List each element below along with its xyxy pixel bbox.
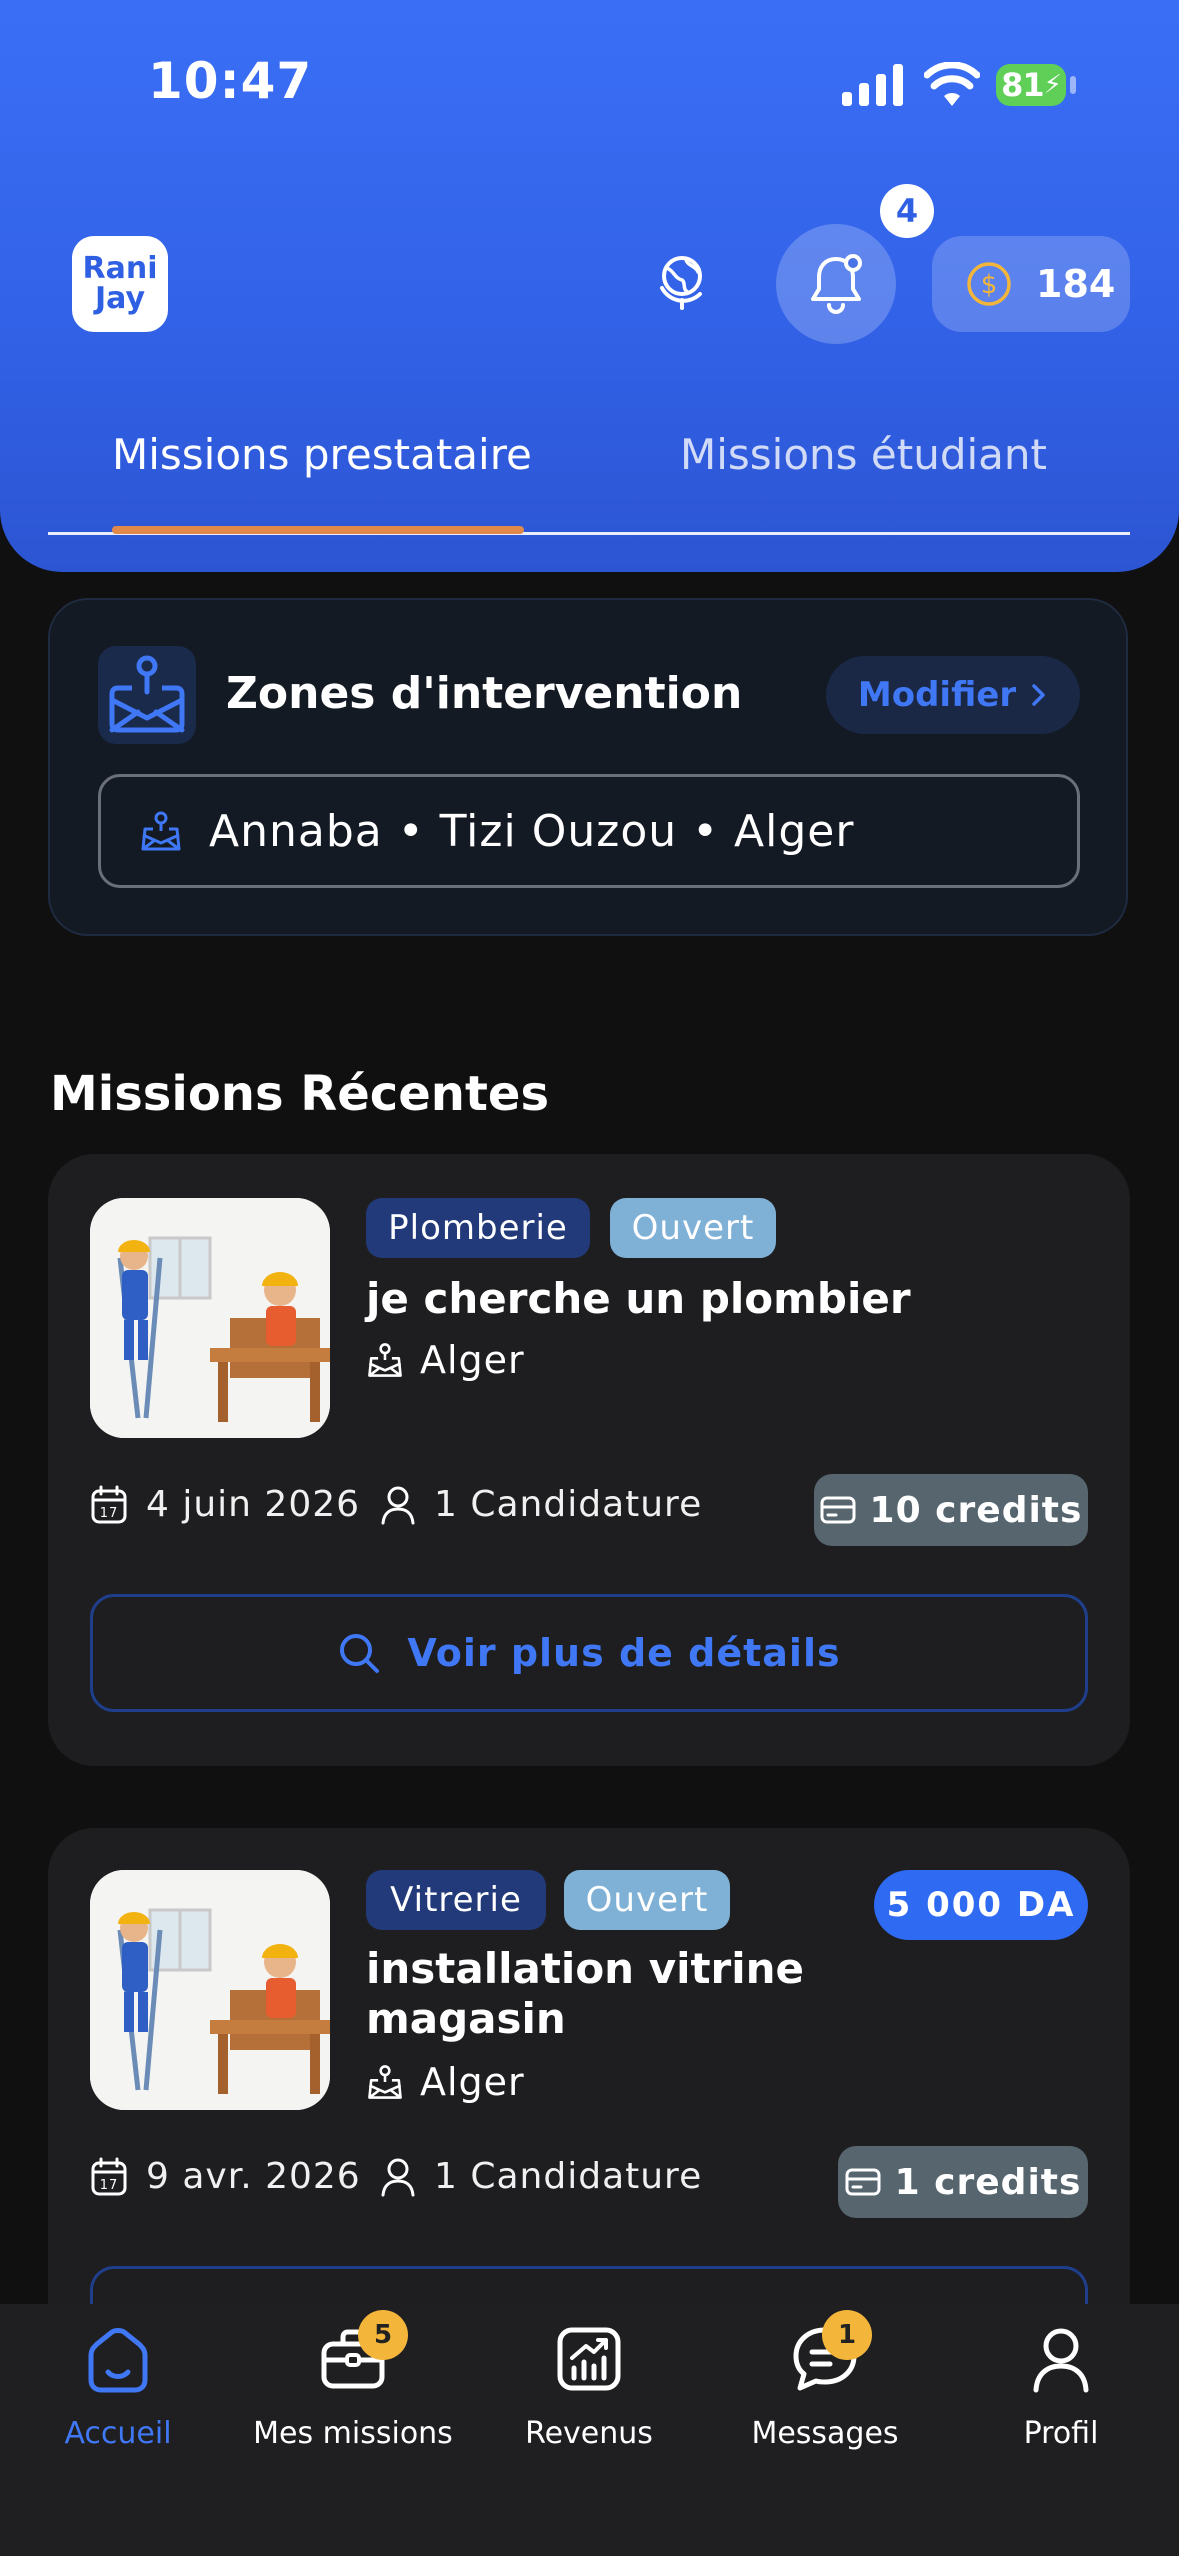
applications-text: 1 Candidature xyxy=(434,2156,703,2197)
mission-applications: 1 Candidature xyxy=(380,2156,702,2197)
svg-text:17: 17 xyxy=(100,2178,119,2193)
nav-label: Revenus xyxy=(525,2416,653,2451)
nav-revenus[interactable]: Revenus xyxy=(479,2318,699,2451)
nav-label: Profil xyxy=(1023,2416,1099,2451)
mission-thumbnail xyxy=(90,1198,330,1438)
location-pin-icon xyxy=(368,1343,402,1377)
nav-messages[interactable]: 1 Messages xyxy=(715,2310,935,2451)
credits-cost-text: 10 credits xyxy=(869,1489,1083,1531)
mission-thumbnail xyxy=(90,1870,330,2110)
home-icon xyxy=(88,2328,148,2393)
credits-cost-badge: 10 credits xyxy=(814,1474,1088,1546)
workers-illustration xyxy=(90,1198,330,1438)
view-details-button[interactable]: Voir plus de détails xyxy=(90,1594,1088,1712)
app-logo[interactable]: Rani Jay xyxy=(72,236,168,332)
tab-missions-prestataire[interactable]: Missions prestataire xyxy=(112,430,532,479)
cellular-signal-icon xyxy=(842,64,903,106)
wifi-icon xyxy=(924,62,980,106)
person-icon xyxy=(381,1486,415,1524)
applications-text: 1 Candidature xyxy=(434,1484,703,1525)
missions-badge: 5 xyxy=(358,2310,408,2360)
nav-profil[interactable]: Profil xyxy=(951,2318,1171,2451)
messages-badge: 1 xyxy=(822,2310,872,2360)
location-text: Alger xyxy=(420,2060,525,2104)
user-profile-icon xyxy=(1033,2328,1089,2393)
category-tag: Plomberie xyxy=(366,1198,590,1258)
nav-accueil[interactable]: Accueil xyxy=(8,2318,228,2451)
zones-title: Zones d'intervention xyxy=(226,668,743,719)
mission-date: 17 9 avr. 2026 xyxy=(90,2156,361,2197)
bell-icon xyxy=(811,254,862,314)
mission-location: Alger xyxy=(366,1338,525,1382)
workers-illustration xyxy=(90,1870,330,2110)
person-icon xyxy=(381,2158,415,2196)
notifications-button[interactable] xyxy=(776,224,896,344)
nav-label: Accueil xyxy=(64,2416,172,2451)
nav-label: Messages xyxy=(751,2416,899,2451)
modify-label: Modifier xyxy=(857,675,1017,715)
calendar-icon: 17 xyxy=(91,1485,127,1523)
map-pin-envelope-icon xyxy=(109,655,185,733)
view-details-label: Voir plus de détails xyxy=(407,1631,841,1675)
earnings-chart-icon xyxy=(557,2327,621,2391)
mission-date: 17 4 juin 2026 xyxy=(90,1484,360,1525)
modify-zones-button[interactable]: Modifier xyxy=(826,656,1080,734)
logo-text-line2: Jay xyxy=(94,281,146,316)
svg-text:$: $ xyxy=(981,270,998,300)
zones-icon-box xyxy=(98,646,196,744)
price-badge: 5 000 DA xyxy=(874,1870,1088,1940)
date-text: 9 avr. 2026 xyxy=(146,2156,361,2197)
battery-cap xyxy=(1070,76,1076,94)
svg-text:17: 17 xyxy=(100,1506,119,1521)
nav-mes-missions[interactable]: 5 Mes missions xyxy=(243,2310,463,2451)
location-pin-icon xyxy=(141,811,181,851)
logo-text-line1: Rani xyxy=(82,251,158,286)
zones-list-field[interactable]: Annaba • Tizi Ouzou • Alger xyxy=(98,774,1080,888)
globe-icon[interactable] xyxy=(652,250,712,310)
credits-cost-text: 1 credits xyxy=(894,2161,1082,2203)
status-time: 10:47 xyxy=(148,52,313,110)
calendar-icon: 17 xyxy=(91,2157,127,2195)
mission-title-line1: installation vitrine xyxy=(366,1944,805,1993)
mission-title-line2: magasin xyxy=(366,1994,566,2043)
tab-missions-etudiant[interactable]: Missions étudiant xyxy=(680,430,1047,479)
mission-applications: 1 Candidature xyxy=(380,1484,702,1525)
coin-icon: $ xyxy=(967,262,1011,306)
active-tab-indicator xyxy=(112,526,524,534)
credit-card-icon xyxy=(820,1496,856,1524)
category-tag: Vitrerie xyxy=(366,1870,546,1930)
date-text: 4 juin 2026 xyxy=(146,1484,361,1525)
location-text: Alger xyxy=(420,1338,525,1382)
location-pin-icon xyxy=(368,2065,402,2099)
credits-cost-badge: 1 credits xyxy=(838,2146,1088,2218)
credits-balance-value: 184 xyxy=(1036,262,1116,306)
battery-indicator: 81 ⚡ xyxy=(996,64,1066,106)
mission-title: je cherche un plombier xyxy=(366,1274,911,1323)
chevron-right-icon xyxy=(1032,684,1045,706)
credits-balance-button[interactable]: $ 184 xyxy=(932,236,1130,332)
status-tag: Ouvert xyxy=(610,1198,776,1258)
credit-card-icon xyxy=(845,2168,881,2196)
mission-title: installation vitrine magasin xyxy=(366,1944,804,2044)
status-tag: Ouvert xyxy=(564,1870,730,1930)
zones-list-text: Annaba • Tizi Ouzou • Alger xyxy=(209,805,855,857)
mission-location: Alger xyxy=(366,2060,525,2104)
recent-missions-title: Missions Récentes xyxy=(50,1066,550,1122)
notifications-badge: 4 xyxy=(880,184,934,238)
search-icon xyxy=(340,1634,380,1673)
nav-label: Mes missions xyxy=(253,2416,453,2451)
